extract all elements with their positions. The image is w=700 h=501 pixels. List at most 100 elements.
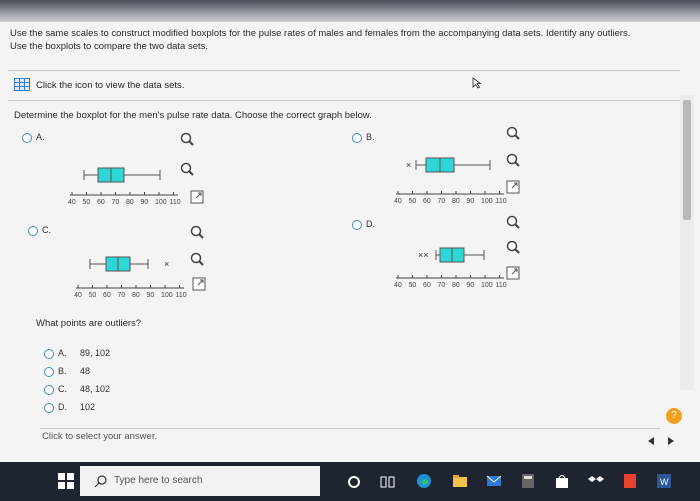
choice-letter: D. xyxy=(58,402,67,412)
zoom-out-icon[interactable] xyxy=(190,252,204,266)
expand-icon[interactable] xyxy=(506,266,520,280)
axis-tick-label: 70 xyxy=(438,282,446,289)
zoom-icon[interactable] xyxy=(506,126,520,140)
axis-tick-label: 50 xyxy=(83,199,91,206)
windows-start-icon[interactable] xyxy=(58,473,74,494)
table-icon[interactable] xyxy=(14,78,30,91)
axis-tick-label: 70 xyxy=(112,199,120,206)
axis-tick-label: 60 xyxy=(97,199,105,206)
radio-outlier-a[interactable] xyxy=(44,349,54,359)
instruction-text-2: Use the boxplots to compare the two data… xyxy=(10,41,209,52)
word-icon[interactable]: W xyxy=(656,473,672,489)
axis-tick-label: 90 xyxy=(467,198,475,205)
axis-tick-label: 80 xyxy=(132,292,140,299)
calculator-icon[interactable] xyxy=(520,473,536,489)
svg-text:××: ×× xyxy=(418,250,429,260)
radio-outlier-c[interactable] xyxy=(44,385,54,395)
option-c-letter: C. xyxy=(42,225,51,235)
axis-tick-label: 60 xyxy=(423,282,431,289)
store-icon[interactable] xyxy=(554,473,570,489)
choice-text: 48 xyxy=(80,366,91,376)
option-d-letter: D. xyxy=(366,219,375,229)
axis-tick-label: 60 xyxy=(103,292,111,299)
zoom-out-icon[interactable] xyxy=(506,240,520,254)
help-icon[interactable]: ? xyxy=(666,408,682,424)
axis-tick-label: 90 xyxy=(147,292,155,299)
boxplot-b: × 40 50 60 70 80 90 100 110 xyxy=(394,157,507,205)
search-placeholder: Type here to search xyxy=(114,475,203,486)
axis-tick-label: 70 xyxy=(438,198,446,205)
axis-tick-label: 110 xyxy=(496,198,507,205)
option-a-letter: A. xyxy=(36,132,45,142)
expand-icon[interactable] xyxy=(190,190,204,204)
axis-tick-label: 90 xyxy=(467,282,475,289)
choice-text: 102 xyxy=(80,402,96,412)
choice-letter: C. xyxy=(58,384,67,394)
axis-tick-label: 40 xyxy=(394,282,402,289)
axis-tick-label: 80 xyxy=(452,282,460,289)
axis-tick-label: 110 xyxy=(496,282,507,289)
axis-tick-label: 40 xyxy=(68,199,76,206)
axis-tick-label: 110 xyxy=(170,199,181,206)
option-b-letter: B. xyxy=(366,132,375,142)
task-view-icon[interactable] xyxy=(380,474,396,490)
divider xyxy=(8,100,680,101)
zoom-icon[interactable] xyxy=(506,215,520,229)
choice-text: 89, 102 xyxy=(80,348,111,358)
axis-tick-label: 50 xyxy=(89,292,97,299)
zoom-out-icon[interactable] xyxy=(180,162,194,176)
dropbox-icon[interactable] xyxy=(588,473,604,489)
choice-letter: B. xyxy=(58,366,67,376)
radio-c[interactable] xyxy=(28,226,38,236)
axis-a: 40 50 60 70 80 90 100 110 xyxy=(68,192,181,206)
axis-tick-label: 100 xyxy=(161,292,173,299)
axis-tick-label: 40 xyxy=(394,198,402,205)
radio-outlier-b[interactable] xyxy=(44,367,54,377)
axis-tick-label: 90 xyxy=(141,199,149,206)
axis-tick-label: 40 xyxy=(74,292,82,299)
axis-tick-label: 100 xyxy=(481,282,493,289)
boxplot-d: ×× 40 50 60 70 80 90 100 110 xyxy=(394,247,507,289)
data-link-text[interactable]: Click the icon to view the data sets. xyxy=(36,80,184,91)
axis-tick-label: 80 xyxy=(452,198,460,205)
boxplot-c: × 40 50 60 70 80 90 100 110 xyxy=(74,256,187,299)
axis-tick-label: 100 xyxy=(481,198,493,205)
axis-tick-label: 80 xyxy=(126,199,134,206)
click-prompt: Click to select your answer. xyxy=(42,431,158,442)
svg-text:×: × xyxy=(406,160,411,170)
radio-a[interactable] xyxy=(22,133,32,143)
cortana-icon[interactable] xyxy=(346,474,362,490)
choice-letter: A. xyxy=(58,348,67,358)
choice-text: 48, 102 xyxy=(80,384,111,394)
axis-tick-label: 70 xyxy=(118,292,126,299)
expand-icon[interactable] xyxy=(506,180,520,194)
axis-tick-label: 60 xyxy=(423,198,431,205)
zoom-icon[interactable] xyxy=(190,225,204,239)
boxplot-a: 40 50 60 70 80 90 100 110 xyxy=(68,167,181,206)
instruction-text: Use the same scales to construct modifie… xyxy=(10,28,631,39)
file-explorer-icon[interactable] xyxy=(452,473,468,489)
axis-tick-label: 100 xyxy=(155,199,167,206)
svg-text:W: W xyxy=(660,477,669,487)
outliers-prompt: What points are outliers? xyxy=(36,318,142,329)
scrollbar-thumb[interactable] xyxy=(683,100,691,220)
zoom-icon[interactable] xyxy=(180,132,194,146)
browser-top-bar xyxy=(0,0,700,22)
edge-browser-icon[interactable] xyxy=(416,473,432,489)
mouse-cursor-icon xyxy=(472,76,482,94)
mail-icon[interactable] xyxy=(486,473,502,489)
axis-tick-label: 50 xyxy=(409,282,417,289)
radio-b[interactable] xyxy=(352,133,362,143)
axis-tick-label: 50 xyxy=(409,198,417,205)
prompt-text: Determine the boxplot for the men's puls… xyxy=(14,110,372,121)
office-icon[interactable] xyxy=(622,473,638,489)
prev-arrow-icon[interactable] xyxy=(646,433,656,451)
radio-outlier-d[interactable] xyxy=(44,403,54,413)
svg-text:×: × xyxy=(164,259,169,269)
search-icon xyxy=(94,474,108,493)
radio-d[interactable] xyxy=(352,220,362,230)
axis-tick-label: 110 xyxy=(176,292,187,299)
zoom-out-icon[interactable] xyxy=(506,153,520,167)
next-arrow-icon[interactable] xyxy=(666,433,676,451)
expand-icon[interactable] xyxy=(192,277,206,291)
